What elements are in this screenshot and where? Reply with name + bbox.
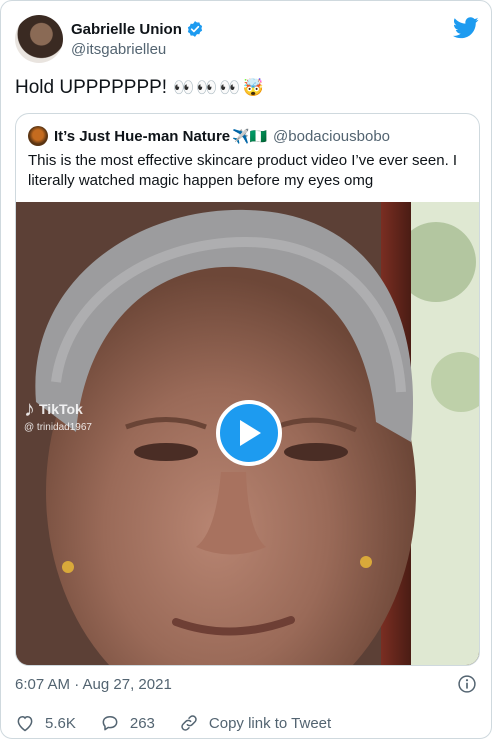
quoted-handle: @bodaciousbobo — [273, 127, 391, 145]
author-display-name[interactable]: Gabrielle Union — [71, 21, 182, 38]
copy-link-label: Copy link to Tweet — [208, 714, 332, 732]
quoted-avatar — [28, 126, 48, 146]
tweet-card: Gabrielle Union @itsgabrielleu Hold UPPP… — [0, 0, 492, 739]
tiktok-note-icon: ♪ — [24, 396, 35, 421]
like-button[interactable]: 5.6K — [15, 713, 76, 733]
tweet-header: Gabrielle Union @itsgabrielleu — [15, 15, 479, 65]
reply-bubble-icon — [102, 716, 118, 731]
avatar[interactable] — [15, 15, 63, 63]
tiktok-logo: ♪ TikTok — [24, 398, 92, 420]
tweet-actions: 5.6K 263 Copy link to Tweet — [15, 713, 355, 733]
tiktok-brand: TikTok — [39, 401, 83, 417]
author-name-row: Gabrielle Union — [71, 20, 204, 38]
quoted-tweet[interactable]: It’s Just Hue-man Nature ✈️🇳🇬 @bodacious… — [15, 113, 480, 666]
tweet-text: Hold UPPPPPPP! 👀👀👀🤯 — [15, 77, 266, 99]
twitter-bird-icon[interactable] — [453, 17, 479, 39]
tweet-emoji: 👀👀👀🤯 — [173, 78, 266, 97]
tiktok-username: @ trinidad1967 — [24, 422, 92, 433]
video-thumbnail[interactable]: ♪ TikTok @ trinidad1967 — [16, 202, 479, 665]
reply-count: 263 — [129, 714, 155, 732]
play-icon — [240, 420, 261, 446]
heart-icon — [17, 715, 33, 732]
quoted-display-name: It’s Just Hue-man Nature — [54, 127, 231, 145]
quoted-tweet-text: This is the most effective skincare prod… — [28, 152, 458, 189]
tweet-text-content: Hold UPPPPPPP! — [15, 77, 168, 98]
verified-badge-icon — [187, 21, 202, 37]
copy-link-button[interactable]: Copy link to Tweet — [179, 713, 331, 733]
author-handle[interactable]: @itsgabrielleu — [71, 41, 166, 58]
play-button[interactable] — [216, 400, 282, 466]
link-icon — [181, 715, 197, 731]
tweet-timestamp[interactable]: 6:07 AM · Aug 27, 2021 — [15, 676, 172, 693]
like-count: 5.6K — [45, 714, 76, 732]
reply-button[interactable]: 263 — [100, 713, 155, 733]
quoted-tweet-header: It’s Just Hue-man Nature ✈️🇳🇬 @bodacious… — [28, 126, 390, 146]
quoted-name-emoji: ✈️🇳🇬 — [232, 127, 268, 144]
tiktok-watermark: ♪ TikTok @ trinidad1967 — [24, 398, 92, 434]
info-icon[interactable] — [457, 674, 477, 694]
